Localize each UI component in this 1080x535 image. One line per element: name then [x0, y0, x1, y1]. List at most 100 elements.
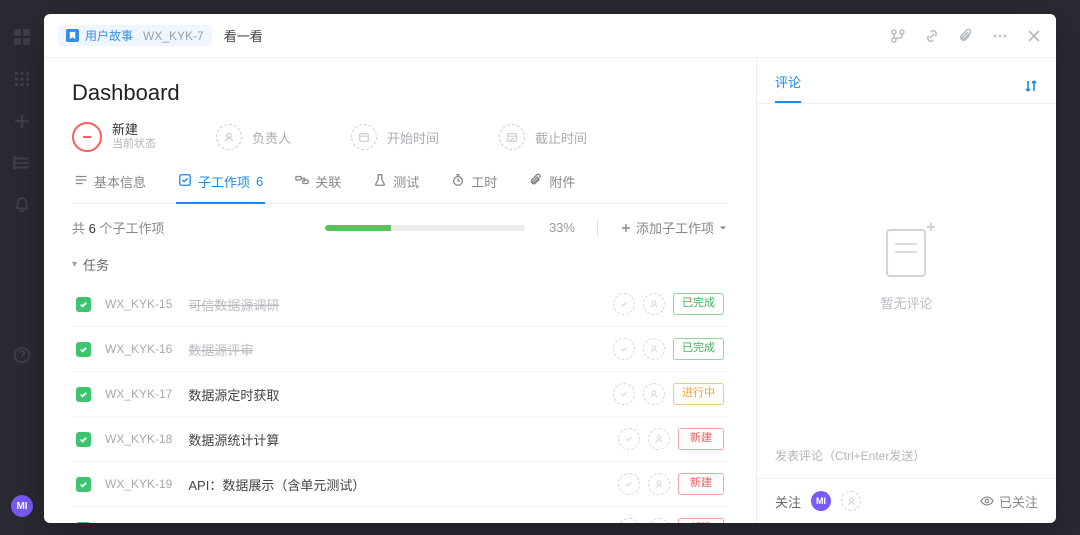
tab-hours[interactable]: 工时: [449, 172, 499, 203]
task-title: 数据源评审: [188, 340, 253, 359]
apps-icon[interactable]: [13, 70, 31, 88]
breadcrumb-id: WX_KYK-7: [143, 29, 204, 43]
start-date-cell[interactable]: 开始时间: [351, 124, 439, 150]
task-status-pill[interactable]: 新建: [678, 473, 724, 495]
due-date-cell[interactable]: 截止时间: [499, 124, 587, 150]
task-id: WX_KYK-16: [105, 342, 172, 356]
task-title: 数据源定时获取: [188, 385, 279, 404]
sort-icon[interactable]: [1024, 79, 1038, 96]
task-check-placeholder-icon[interactable]: [618, 518, 640, 523]
task-row[interactable]: WX_KYK-20 前端：数据展示（含单元测试） 新建: [72, 507, 728, 523]
meta-row: 新建 当前状态 负责人 开始时间 截止时间: [72, 122, 728, 152]
tab-label: 附件: [549, 172, 575, 191]
bell-icon[interactable]: [13, 196, 31, 214]
breadcrumb-title: 看一看: [224, 26, 263, 45]
task-assignee-placeholder-icon[interactable]: [648, 428, 670, 450]
close-icon[interactable]: [1026, 28, 1042, 44]
task-check-placeholder-icon[interactable]: [613, 293, 635, 315]
plus-icon[interactable]: [13, 112, 31, 130]
task-title: 前端：数据展示（含单元测试）: [188, 520, 370, 524]
follower-avatar[interactable]: MI: [811, 491, 831, 511]
attachment-icon[interactable]: [958, 28, 974, 44]
tab-label: 子工作项: [198, 172, 250, 191]
task-assignee-placeholder-icon[interactable]: [648, 518, 670, 523]
calendar-check-icon: [499, 124, 525, 150]
status-cell[interactable]: 新建 当前状态: [72, 122, 156, 152]
link-icon[interactable]: [924, 28, 940, 44]
task-check-placeholder-icon[interactable]: [618, 473, 640, 495]
add-follower-button[interactable]: [841, 491, 861, 511]
comments-panel: 评论 暂无评论 发表评论（Ctrl+Enter发送） 关注 MI 已关注: [756, 58, 1056, 523]
chevron-down-icon: ▾: [72, 259, 77, 270]
empty-comments-icon: [880, 225, 934, 279]
hours-icon: [451, 173, 465, 190]
task-row[interactable]: WX_KYK-18 数据源统计计算 新建: [72, 417, 728, 462]
tab-label: 基本信息: [94, 172, 146, 191]
add-subitem-button[interactable]: 添加子工作项: [620, 218, 728, 237]
help-icon[interactable]: [13, 346, 31, 364]
task-check-placeholder-icon[interactable]: [613, 383, 635, 405]
tab-links[interactable]: 关联: [293, 172, 343, 203]
empty-comments-label: 暂无评论: [880, 293, 932, 312]
add-subitem-label: 添加子工作项: [636, 218, 714, 237]
basic-icon: [74, 173, 88, 190]
task-status-pill[interactable]: 新建: [678, 518, 724, 523]
followed-indicator[interactable]: 已关注: [980, 492, 1038, 511]
tab-test[interactable]: 测试: [371, 172, 421, 203]
modal-header-actions: [890, 28, 1042, 44]
task-status-pill[interactable]: 已完成: [673, 338, 724, 360]
tab-label: 测试: [393, 172, 419, 191]
task-id: WX_KYK-20: [105, 522, 172, 523]
task-assignee-placeholder-icon[interactable]: [643, 383, 665, 405]
task-type-icon: [76, 432, 91, 447]
task-title: 数据源统计计算: [188, 430, 279, 449]
task-row[interactable]: WX_KYK-16 数据源评审 已完成: [72, 327, 728, 372]
test-icon: [373, 173, 387, 190]
task-type-icon: [76, 387, 91, 402]
tabs: 基本信息 子工作项 6 关联 测试 工时 附件: [72, 172, 728, 204]
progress-percent: 33%: [549, 220, 575, 235]
tab-label: 关联: [315, 172, 341, 191]
task-list: WX_KYK-15可信数据源调研已完成WX_KYK-16数据源评审已完成WX_K…: [72, 282, 728, 523]
grid-icon[interactable]: [13, 28, 31, 46]
app-sidebar: MI: [0, 0, 44, 535]
task-check-placeholder-icon[interactable]: [618, 428, 640, 450]
task-type-icon: [76, 342, 91, 357]
plus-icon: [620, 222, 632, 234]
work-item-modal: 用户故事 WX_KYK-7 看一看 Dashboard 新建 当前状态: [44, 14, 1056, 523]
task-check-placeholder-icon[interactable]: [613, 338, 635, 360]
user-avatar[interactable]: MI: [11, 495, 33, 517]
tab-subitems[interactable]: 子工作项 6: [176, 172, 265, 203]
assignee-placeholder-icon: [216, 124, 242, 150]
status-caption: 当前状态: [112, 138, 156, 152]
more-icon[interactable]: [992, 28, 1008, 44]
attach-icon: [529, 173, 543, 190]
subitems-icon: [178, 173, 192, 190]
task-assignee-placeholder-icon[interactable]: [648, 473, 670, 495]
task-title: 可信数据源调研: [188, 295, 279, 314]
eye-icon: [980, 494, 994, 508]
task-status-pill[interactable]: 进行中: [673, 383, 724, 405]
task-status-pill[interactable]: 已完成: [673, 293, 724, 315]
tab-basic[interactable]: 基本信息: [72, 172, 148, 203]
task-status-pill[interactable]: 新建: [678, 428, 724, 450]
modal-header: 用户故事 WX_KYK-7 看一看: [44, 14, 1056, 58]
followers-footer: 关注 MI 已关注: [757, 478, 1056, 523]
story-icon: [66, 29, 79, 42]
tab-attach[interactable]: 附件: [527, 172, 577, 203]
progress-bar: [325, 225, 525, 231]
breadcrumb-chip[interactable]: 用户故事 WX_KYK-7: [58, 25, 212, 46]
comment-input[interactable]: 发表评论（Ctrl+Enter发送）: [757, 433, 1056, 478]
task-row[interactable]: WX_KYK-15可信数据源调研已完成: [72, 282, 728, 327]
task-assignee-placeholder-icon[interactable]: [643, 293, 665, 315]
assignee-cell[interactable]: 负责人: [216, 124, 291, 150]
branch-icon[interactable]: [890, 28, 906, 44]
start-date-label: 开始时间: [387, 128, 439, 147]
task-assignee-placeholder-icon[interactable]: [643, 338, 665, 360]
task-section-header[interactable]: ▾ 任务: [72, 251, 728, 282]
tab-comments[interactable]: 评论: [775, 72, 801, 103]
task-row[interactable]: WX_KYK-19API：数据展示（含单元测试）新建: [72, 462, 728, 507]
task-row[interactable]: WX_KYK-17数据源定时获取进行中: [72, 372, 728, 417]
task-id: WX_KYK-18: [105, 432, 172, 446]
list-icon[interactable]: [13, 154, 31, 172]
